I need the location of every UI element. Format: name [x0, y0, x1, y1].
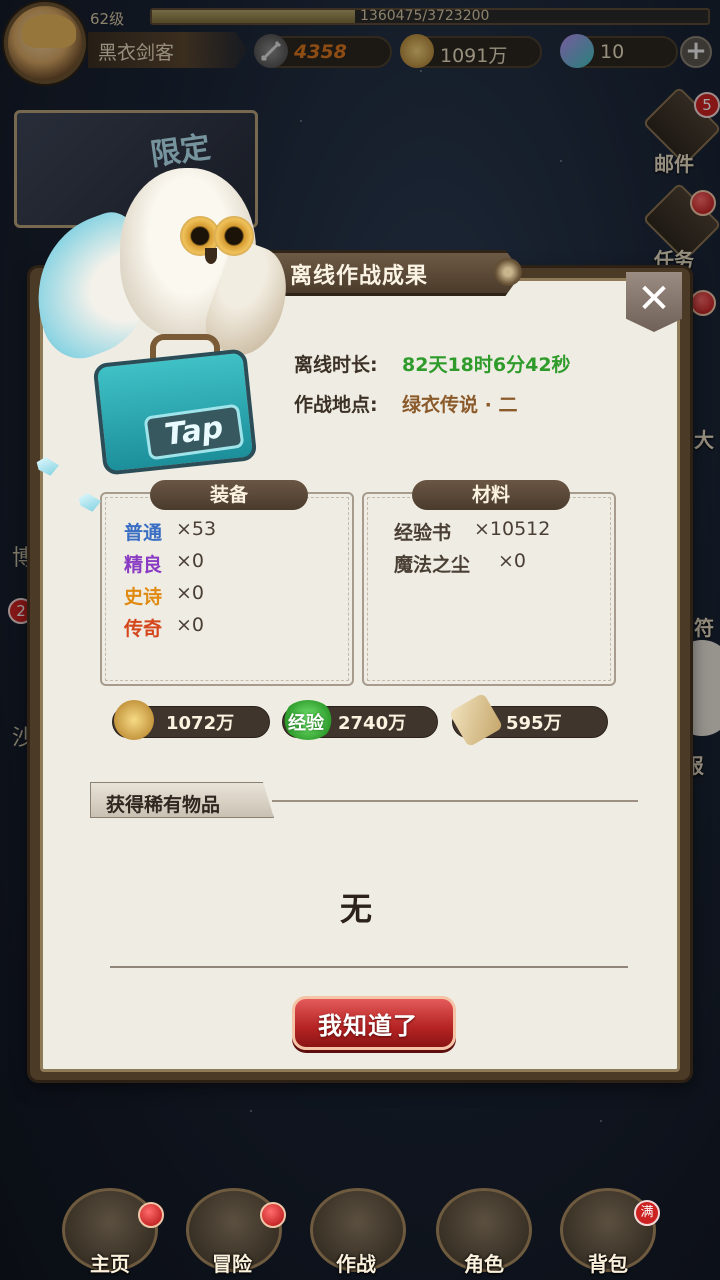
- equipment-legendary-name: 传奇: [124, 618, 163, 640]
- nav-adventure[interactable]: 冒险: [212, 1248, 252, 1277]
- banner-knob-icon: [494, 258, 522, 286]
- bottom-divider: [110, 966, 628, 968]
- duration-value: 82天18时6分42秒: [402, 354, 571, 376]
- material-magic-dust-count: ×0: [498, 550, 527, 572]
- rare-items-divider: [272, 800, 638, 802]
- equipment-common-count: ×53: [176, 518, 217, 540]
- rare-items-none: 无: [340, 890, 373, 928]
- equipment-fine-name: 精良: [124, 554, 163, 576]
- equipment-epic-count: ×0: [176, 582, 205, 604]
- adventure-alert-dot: [260, 1202, 286, 1228]
- nav-character[interactable]: 角色: [464, 1248, 504, 1277]
- equipment-legendary-count: ×0: [176, 614, 205, 636]
- material-exp-book-name: 经验书: [394, 522, 452, 544]
- exp-reward-value: 2740万: [338, 713, 407, 734]
- materials-header: 材料: [412, 480, 570, 510]
- material-magic-dust-name: 魔法之尘: [394, 554, 471, 576]
- scroll-reward-value: 595万: [506, 713, 562, 734]
- nav-bag[interactable]: 背包: [588, 1248, 628, 1277]
- dialog-title: 离线作战成果: [290, 264, 429, 289]
- duration-label: 离线时长:: [294, 354, 378, 376]
- owl-beak: [205, 248, 217, 264]
- gold-reward-value: 1072万: [166, 713, 235, 734]
- location-label: 作战地点:: [294, 394, 378, 416]
- gold-coin-icon: [114, 700, 154, 740]
- equipment-fine-count: ×0: [176, 550, 205, 572]
- rare-items-title: 获得稀有物品: [106, 794, 221, 816]
- nav-home[interactable]: 主页: [90, 1248, 130, 1277]
- owl-right-eye-icon: [214, 216, 254, 256]
- home-alert-dot: [138, 1202, 164, 1228]
- equipment-epic-name: 史诗: [124, 586, 163, 608]
- material-exp-book-count: ×10512: [474, 518, 551, 540]
- bag-full-badge: 满: [634, 1200, 660, 1226]
- confirm-button-label[interactable]: 我知道了: [318, 1006, 418, 1041]
- nav-battle[interactable]: 作战: [336, 1248, 376, 1277]
- exp-reward-label: 经验: [288, 713, 324, 734]
- location-value: 绿衣传说 · 二: [402, 394, 518, 416]
- equipment-common-name: 普通: [124, 522, 163, 544]
- equipment-header: 装备: [150, 480, 308, 510]
